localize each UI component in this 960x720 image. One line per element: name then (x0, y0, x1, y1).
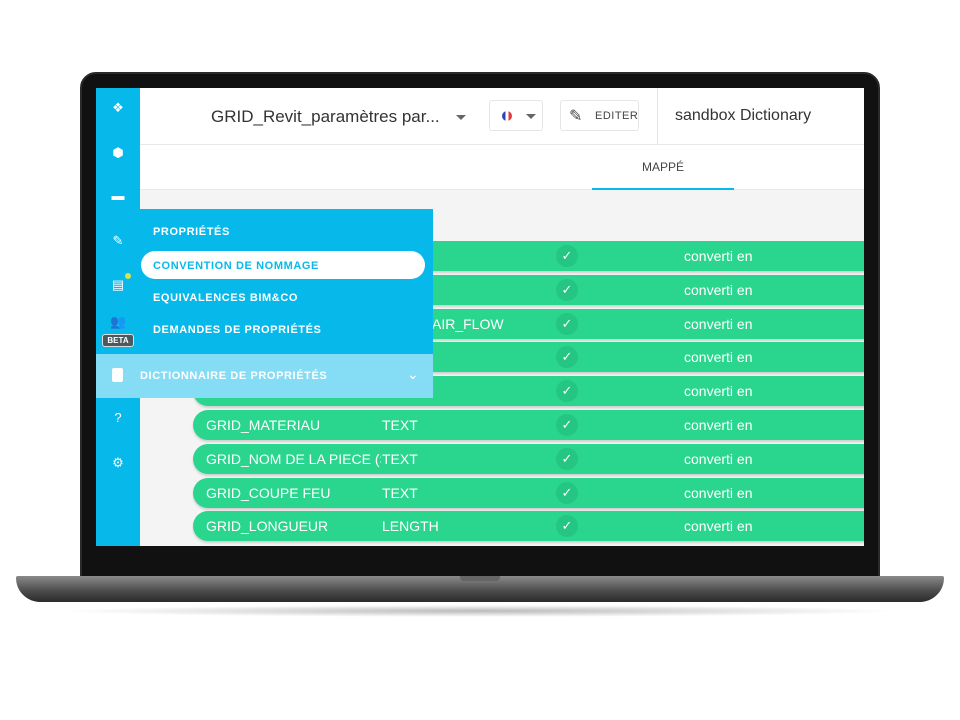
check-icon: ✓ (556, 245, 578, 267)
sidebar-item-dictionnaire[interactable]: DICTIONNAIRE DE PROPRIÉTÉS ⌄ (96, 354, 433, 398)
menu-item-proprietes[interactable]: PROPRIÉTÉS (153, 226, 230, 238)
chat-icon[interactable]: ▤ (110, 277, 126, 293)
tab-mapped[interactable]: MAPPÉ (592, 145, 734, 190)
dataset-title[interactable]: GRID_Revit_paramètres par... (211, 107, 440, 127)
menu-item-equivalences[interactable]: EQUIVALENCES BIM&CO (153, 292, 298, 304)
laptop-shadow (60, 605, 900, 617)
header: GRID_Revit_paramètres par... ✎ EDITER sa… (140, 88, 864, 145)
converted-label[interactable]: converti en (684, 417, 752, 433)
property-name: GRID_MATERIAU (206, 417, 321, 433)
menu-item-demandes[interactable]: DEMANDES DE PROPRIÉTÉS (153, 324, 321, 336)
app-screen: GRID_Revit_paramètres par... ✎ EDITER sa… (96, 88, 864, 546)
edit-icon[interactable]: ✎ (110, 233, 126, 249)
edit-label: EDITER (595, 110, 639, 122)
dataset-dropdown-icon[interactable] (456, 115, 466, 120)
users-icon[interactable]: 👥 (110, 314, 126, 330)
dictionary-section-label: DICTIONNAIRE DE PROPRIÉTÉS (140, 370, 328, 382)
sidebar: ❖ ⬢ ▬ ✎ ▤ 👥 BETA ? ⚙ (96, 88, 140, 546)
check-icon: ✓ (556, 515, 578, 538)
chevron-down-icon[interactable]: ⌄ (407, 366, 419, 383)
table-row[interactable]: GRID_LONGUEUR LENGTH ✓ converti en (193, 511, 864, 542)
laptop-notch (460, 576, 500, 581)
french-flag-icon (502, 111, 512, 121)
notification-dot (125, 273, 131, 279)
check-icon: ✓ (556, 481, 578, 504)
book-icon (112, 368, 123, 382)
check-icon: ✓ (556, 414, 578, 436)
tab-bar: MAPPÉ (140, 145, 864, 190)
help-icon[interactable]: ? (110, 410, 126, 426)
pencil-icon: ✎ (569, 108, 583, 125)
language-select[interactable] (489, 100, 543, 131)
property-name: GRID_NOM DE LA PIECE (S (206, 450, 381, 467)
beta-badge: BETA (102, 334, 134, 347)
property-type: LENGTH (382, 518, 439, 535)
converted-label[interactable]: converti en (684, 518, 752, 534)
chevron-down-icon (526, 114, 536, 119)
converted-label[interactable]: converti en (684, 383, 752, 399)
folder-icon[interactable]: ▬ (110, 188, 126, 204)
converted-label[interactable]: converti en (684, 282, 752, 298)
converted-label[interactable]: converti en (684, 349, 752, 365)
property-name-partial: AIR_FLOW (432, 315, 504, 332)
converted-label[interactable]: converti en (684, 316, 752, 332)
bim-objects-icon[interactable]: ❖ (110, 100, 126, 116)
property-type: TEXT (382, 450, 418, 467)
cube-icon[interactable]: ⬢ (110, 145, 126, 161)
property-name: GRID_LONGUEUR (206, 518, 329, 535)
settings-icon[interactable]: ⚙ (110, 455, 126, 471)
converted-label[interactable]: converti en (684, 451, 752, 467)
divider (657, 88, 658, 145)
property-name: GRID_COUPE FEU (206, 484, 331, 501)
check-icon: ✓ (556, 380, 578, 403)
table-row[interactable]: GRID_COUPE FEU TEXT ✓ converti en (193, 477, 864, 508)
table-row[interactable]: GRID_NOM DE LA PIECE (S TEXT ✓ converti … (193, 443, 864, 474)
check-icon: ✓ (556, 346, 578, 369)
menu-item-convention-de-nommage[interactable]: CONVENTION DE NOMMAGE (141, 251, 425, 279)
check-icon: ✓ (556, 312, 578, 335)
table-row[interactable]: GRID_MATERIAU TEXT ✓ converti en (193, 410, 864, 440)
check-icon: ✓ (556, 278, 578, 301)
converted-label[interactable]: converti en (684, 248, 752, 264)
flyout-menu: PROPRIÉTÉS CONVENTION DE NOMMAGE EQUIVAL… (140, 209, 433, 354)
check-icon: ✓ (556, 447, 578, 470)
property-type: TEXT (382, 417, 418, 433)
edit-button[interactable]: ✎ EDITER (560, 100, 639, 131)
converted-label[interactable]: converti en (684, 485, 752, 501)
dictionary-title: sandbox Dictionary (675, 107, 812, 124)
property-type: TEXT (382, 484, 418, 501)
